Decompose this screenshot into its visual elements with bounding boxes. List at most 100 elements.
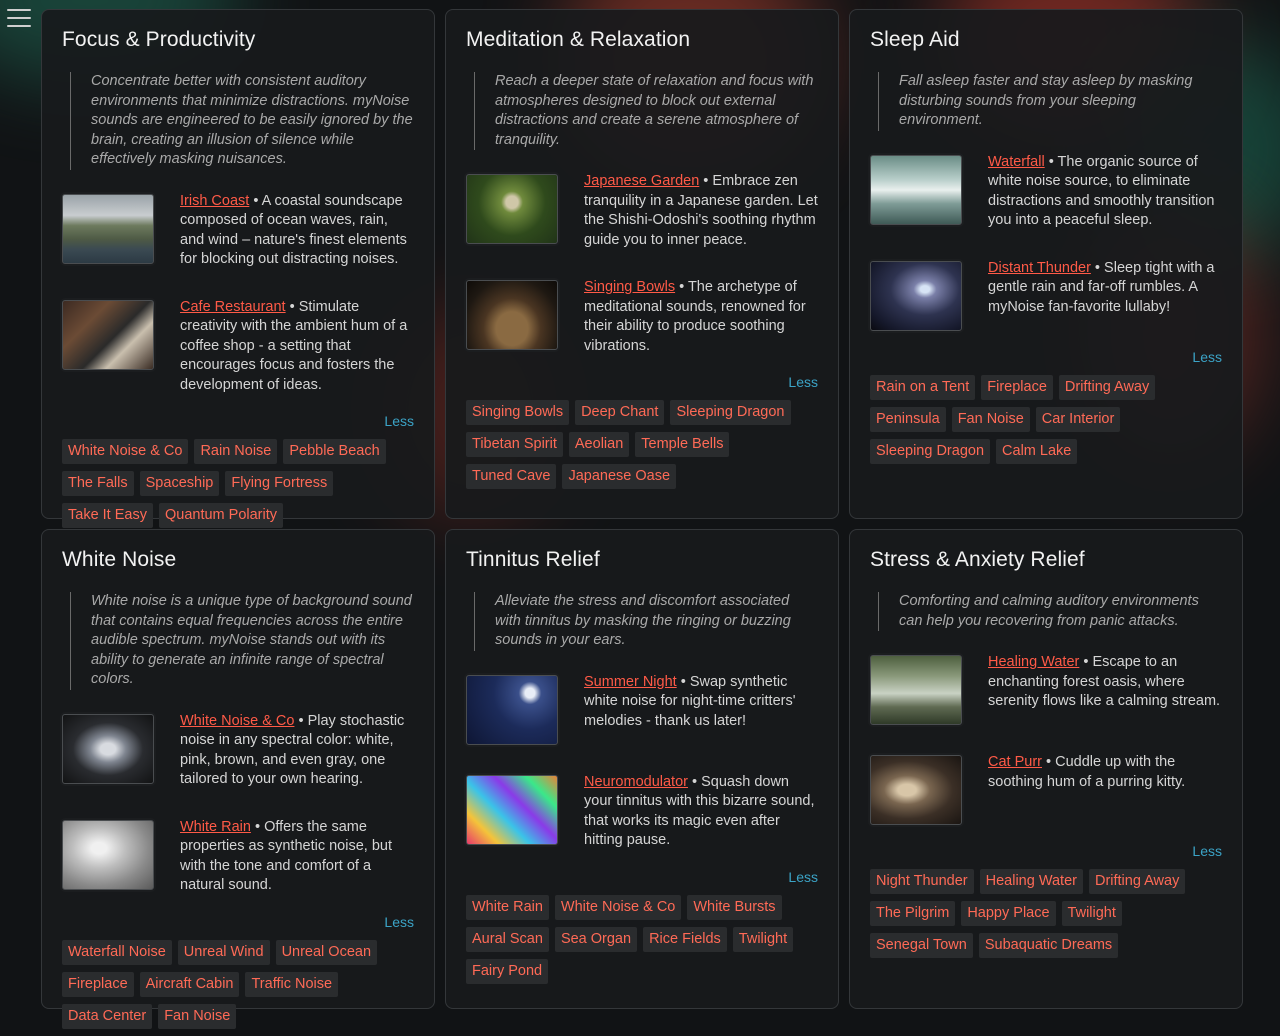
sound-link[interactable]: Singing Bowls <box>584 279 675 295</box>
featured-sound-item: Cafe Restaurant • Stimulate creativity w… <box>62 298 414 396</box>
sound-tag[interactable]: Data Center <box>62 1003 153 1029</box>
sound-link[interactable]: White Noise & Co <box>180 713 294 729</box>
bullet-separator: • <box>699 173 713 189</box>
less-toggle-link[interactable]: Less <box>870 349 1222 365</box>
sound-tag[interactable]: Peninsula <box>870 406 946 432</box>
sound-tag[interactable]: Car Interior <box>1035 406 1121 432</box>
sound-description: Japanese Garden • Embrace zen tranquilit… <box>584 172 818 250</box>
sound-tag[interactable]: Fireplace <box>981 374 1053 400</box>
sound-tag[interactable]: Rice Fields <box>643 926 727 952</box>
sound-link[interactable]: Distant Thunder <box>988 260 1091 276</box>
sound-description: Cat Purr • Cuddle up with the soothing h… <box>988 753 1222 792</box>
featured-sound-item: Japanese Garden • Embrace zen tranquilit… <box>466 172 818 250</box>
sound-tag[interactable]: Fairy Pond <box>466 958 549 984</box>
category-card-focus-productivity: Focus & Productivity Concentrate better … <box>41 9 435 528</box>
sound-tag[interactable]: Take It Easy <box>62 503 153 528</box>
sound-tag[interactable]: Japanese Oase <box>562 464 677 489</box>
sound-tag[interactable]: Unreal Wind <box>177 939 270 965</box>
featured-sound-item: White Noise & Co • Play stochastic noise… <box>62 712 414 790</box>
sound-tag[interactable]: Drifting Away <box>1058 374 1156 400</box>
sound-tag[interactable]: White Noise & Co <box>62 439 189 464</box>
sound-thumbnail[interactable] <box>870 154 962 225</box>
less-toggle-link[interactable]: Less <box>466 869 818 885</box>
sound-tag[interactable]: White Noise & Co <box>554 894 682 920</box>
sound-tag[interactable]: Sleeping Dragon <box>870 438 991 464</box>
sound-description: Singing Bowls • The archetype of meditat… <box>584 278 818 356</box>
sound-tag[interactable]: Unreal Ocean <box>275 939 378 965</box>
less-toggle-link[interactable]: Less <box>62 413 414 429</box>
sound-tag[interactable]: Calm Lake <box>996 438 1078 464</box>
card-title: Tinnitus Relief <box>466 548 600 571</box>
sound-thumbnail[interactable] <box>466 174 558 244</box>
sound-thumbnail[interactable] <box>466 774 558 845</box>
sound-link[interactable]: Cafe Restaurant <box>180 299 286 315</box>
sound-tag[interactable]: Senegal Town <box>870 933 973 958</box>
sound-link[interactable]: Summer Night <box>584 674 677 690</box>
sound-tag[interactable]: Night Thunder <box>870 869 974 894</box>
featured-sound-item: Neuromodulator • Squash down your tinnit… <box>466 773 818 851</box>
sound-thumbnail[interactable] <box>62 713 154 784</box>
sound-tag[interactable]: Temple Bells <box>635 432 730 457</box>
sound-link[interactable]: Waterfall <box>988 154 1045 170</box>
sound-tag[interactable]: Flying Fortress <box>225 471 334 496</box>
sound-thumbnail[interactable] <box>870 260 962 331</box>
bullet-separator: • <box>249 192 262 209</box>
less-toggle-link[interactable]: Less <box>62 914 414 930</box>
sound-tag[interactable]: Pebble Beach <box>283 439 386 464</box>
sound-tag[interactable]: Tibetan Spirit <box>466 432 563 457</box>
sound-tag[interactable]: White Bursts <box>687 894 782 920</box>
sound-tag[interactable]: Aural Scan <box>466 926 549 952</box>
sound-tag[interactable]: Fan Noise <box>158 1003 237 1029</box>
sound-description: Healing Water • Escape to an enchanting … <box>988 653 1222 712</box>
sound-thumbnail[interactable] <box>62 299 154 370</box>
sound-tag[interactable]: Spaceship <box>139 471 220 496</box>
sound-tag[interactable]: The Falls <box>62 471 134 496</box>
sound-description: Waterfall • The organic source of white … <box>988 153 1222 231</box>
sound-tag[interactable]: Tuned Cave <box>466 464 557 489</box>
sound-link[interactable]: White Rain <box>180 819 251 835</box>
sound-tag[interactable]: Subaquatic Dreams <box>978 933 1119 958</box>
sound-tag[interactable]: White Rain <box>466 894 549 920</box>
sound-tag[interactable]: Rain on a Tent <box>870 374 976 400</box>
less-toggle-link[interactable]: Less <box>870 843 1222 859</box>
sound-tag[interactable]: Aeolian <box>568 432 630 457</box>
sound-tag[interactable]: Aircraft Cabin <box>139 971 240 997</box>
sound-thumbnail[interactable] <box>62 193 154 264</box>
sound-link[interactable]: Irish Coast <box>180 193 249 209</box>
card-title: Focus & Productivity <box>62 28 256 51</box>
less-toggle-link[interactable]: Less <box>466 374 818 390</box>
sound-tag[interactable]: Drifting Away <box>1088 869 1186 894</box>
sound-thumbnail[interactable] <box>466 674 558 745</box>
sound-tag[interactable]: Healing Water <box>979 869 1083 894</box>
sound-thumbnail[interactable] <box>466 280 558 350</box>
sound-link[interactable]: Healing Water <box>988 654 1079 670</box>
sound-link[interactable]: Neuromodulator <box>584 774 688 790</box>
sound-tag[interactable]: Happy Place <box>961 901 1056 926</box>
sound-tag[interactable]: The Pilgrim <box>870 901 956 926</box>
sound-tag[interactable]: Waterfall Noise <box>62 939 172 965</box>
bullet-separator: • <box>294 712 308 729</box>
sound-tag[interactable]: Twilight <box>732 926 794 952</box>
sound-tag[interactable]: Sea Organ <box>554 926 638 952</box>
sound-link[interactable]: Japanese Garden <box>584 173 699 189</box>
sound-thumbnail[interactable] <box>870 655 962 725</box>
sound-tag[interactable]: Singing Bowls <box>466 400 570 425</box>
sound-tag[interactable]: Traffic Noise <box>245 971 339 997</box>
featured-sound-item: Waterfall • The organic source of white … <box>870 153 1222 231</box>
card-title: White Noise <box>62 548 177 571</box>
featured-sound-item: Summer Night • Swap synthetic white nois… <box>466 673 818 745</box>
sound-tag[interactable]: Quantum Polarity <box>158 503 284 528</box>
sound-thumbnail[interactable] <box>62 819 154 890</box>
hamburger-menu-icon[interactable] <box>7 9 31 27</box>
sound-tag[interactable]: Deep Chant <box>575 400 665 425</box>
sound-description: Cafe Restaurant • Stimulate creativity w… <box>180 298 414 396</box>
sound-tag[interactable]: Rain Noise <box>194 439 278 464</box>
sound-link[interactable]: Cat Purr <box>988 754 1042 770</box>
sound-tag[interactable]: Fireplace <box>62 971 134 997</box>
sound-tag[interactable]: Sleeping Dragon <box>670 400 791 425</box>
sound-tag[interactable]: Fan Noise <box>951 406 1030 432</box>
card-title: Sleep Aid <box>870 28 960 51</box>
sound-tag[interactable]: Twilight <box>1061 901 1122 926</box>
bullet-separator: • <box>676 673 690 690</box>
sound-thumbnail[interactable] <box>870 755 962 825</box>
